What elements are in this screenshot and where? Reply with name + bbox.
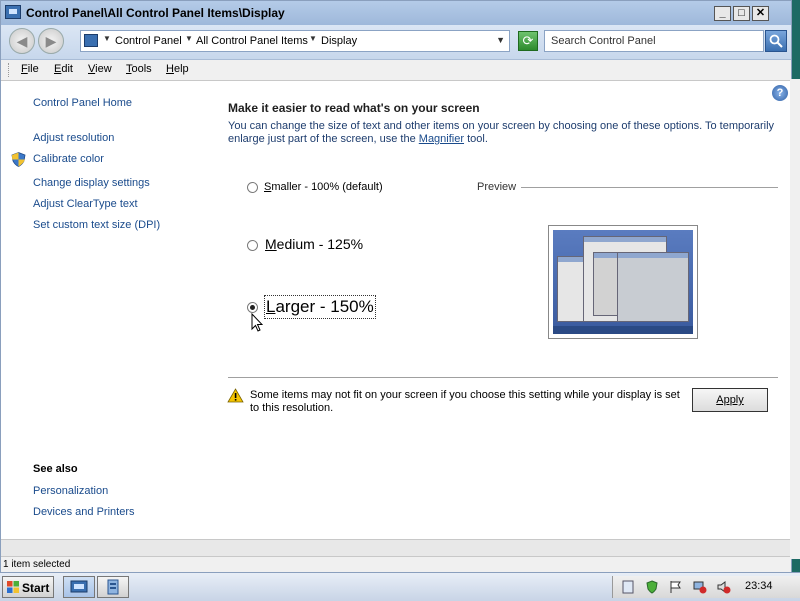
description-text-end: tool.: [464, 133, 488, 145]
minimize-button[interactable]: _: [714, 6, 731, 21]
radio-larger[interactable]: [247, 302, 258, 313]
taskbar-server-manager[interactable]: [97, 576, 129, 598]
sidebar-item-change-display-settings[interactable]: Change display settings: [33, 177, 150, 189]
divider: [228, 377, 778, 378]
preview-taskbar: [553, 326, 693, 334]
preview-image: [548, 225, 698, 339]
sidebar-item-custom-dpi[interactable]: Set custom text size (DPI): [33, 219, 160, 231]
shield-icon: [11, 152, 26, 167]
search-input[interactable]: Search Control Panel: [544, 30, 764, 52]
radio-smaller[interactable]: [247, 182, 258, 193]
breadcrumb-control-panel[interactable]: Control Panel: [115, 35, 182, 47]
menu-grip: [8, 63, 11, 77]
mouse-cursor-icon: [251, 313, 263, 332]
title-bar[interactable]: Control Panel\All Control Panel Items\Di…: [1, 1, 791, 25]
apply-label: Apply: [716, 394, 744, 406]
menu-tools[interactable]: Tools: [126, 63, 152, 75]
volume-icon[interactable]: [717, 580, 731, 594]
search-button[interactable]: [765, 30, 787, 52]
search-placeholder: Search Control Panel: [551, 35, 656, 47]
server-icon: [107, 579, 119, 595]
control-panel-icon: [84, 34, 98, 47]
help-icon[interactable]: ?: [772, 85, 788, 101]
close-button[interactable]: ✕: [752, 6, 769, 21]
clock[interactable]: 23:34: [745, 580, 773, 592]
menu-bar: File Edit View Tools Help: [1, 60, 791, 81]
start-button[interactable]: Start: [2, 576, 54, 598]
window-title: Control Panel\All Control Panel Items\Di…: [26, 6, 285, 20]
security-icon[interactable]: [645, 580, 659, 594]
taskbar-control-panel[interactable]: [63, 576, 95, 598]
back-button[interactable]: ◀: [9, 28, 35, 54]
menu-view[interactable]: View: [88, 63, 112, 75]
preview-divider: [521, 187, 778, 188]
warning-icon: [227, 388, 244, 403]
page-description: You can change the size of text and othe…: [228, 120, 778, 146]
address-dropdown-icon[interactable]: ▼: [496, 35, 505, 45]
refresh-icon[interactable]: ⟳: [518, 31, 538, 51]
taskbar: Start 23:34: [0, 572, 800, 601]
chevron-down-icon[interactable]: ▼: [103, 34, 111, 43]
status-bar: 1 item selected: [1, 556, 791, 572]
status-text: 1 item selected: [3, 559, 71, 570]
magnifier-link[interactable]: Magnifier: [419, 133, 464, 145]
see-also-heading: See also: [33, 463, 78, 475]
windows-logo-icon: [7, 581, 19, 593]
apply-button[interactable]: Apply: [692, 388, 768, 412]
menu-help[interactable]: Help: [166, 63, 189, 75]
sidebar-item-adjust-cleartype[interactable]: Adjust ClearType text: [33, 198, 138, 210]
control-panel-window: Control Panel\All Control Panel Items\Di…: [0, 0, 792, 572]
option-larger-label[interactable]: Larger - 150%: [264, 295, 376, 319]
breadcrumb-display[interactable]: Display: [321, 35, 357, 47]
navigation-bar: ◀ ▶ ▼ Control Panel ▼ All Control Panel …: [1, 25, 791, 60]
preview-desktop: [553, 230, 693, 334]
sidebar-item-calibrate-color[interactable]: Calibrate color: [33, 153, 104, 165]
search-icon: [769, 34, 783, 48]
address-bar[interactable]: ▼ Control Panel ▼ All Control Panel Item…: [80, 30, 510, 52]
network-icon[interactable]: [693, 580, 707, 594]
caption-buttons: _ □ ✕: [714, 6, 769, 21]
breadcrumb-all-items[interactable]: All Control Panel Items: [196, 35, 308, 47]
warning-text: Some items may not fit on your screen if…: [250, 389, 680, 414]
horizontal-scrollbar[interactable]: [1, 539, 791, 556]
chevron-down-icon[interactable]: ▼: [185, 34, 193, 43]
sidebar-item-home[interactable]: Control Panel Home: [33, 97, 132, 109]
start-label: Start: [22, 581, 50, 595]
keyboard-icon[interactable]: [621, 580, 635, 594]
option-medium-label[interactable]: Medium - 125%: [265, 236, 363, 252]
preview-label: Preview: [477, 181, 517, 193]
option-smaller-label[interactable]: Smaller - 100% (default): [264, 181, 383, 193]
preview-window: [617, 252, 689, 322]
sidebar-item-adjust-resolution[interactable]: Adjust resolution: [33, 132, 114, 144]
forward-button[interactable]: ▶: [38, 28, 64, 54]
flag-icon[interactable]: [668, 580, 682, 594]
radio-medium[interactable]: [247, 240, 258, 251]
chevron-down-icon[interactable]: ▼: [309, 34, 317, 43]
page-title: Make it easier to read what's on your sc…: [228, 101, 480, 115]
sidebar-item-personalization[interactable]: Personalization: [33, 485, 108, 497]
menu-file[interactable]: File: [21, 63, 39, 75]
sidebar-item-devices-printers[interactable]: Devices and Printers: [33, 506, 135, 518]
description-text: You can change the size of text and othe…: [228, 120, 775, 145]
control-panel-icon: [5, 5, 21, 19]
control-panel-icon: [70, 580, 88, 593]
maximize-button[interactable]: □: [733, 6, 750, 21]
menu-edit[interactable]: Edit: [54, 63, 73, 75]
desktop-edge: [790, 79, 800, 559]
